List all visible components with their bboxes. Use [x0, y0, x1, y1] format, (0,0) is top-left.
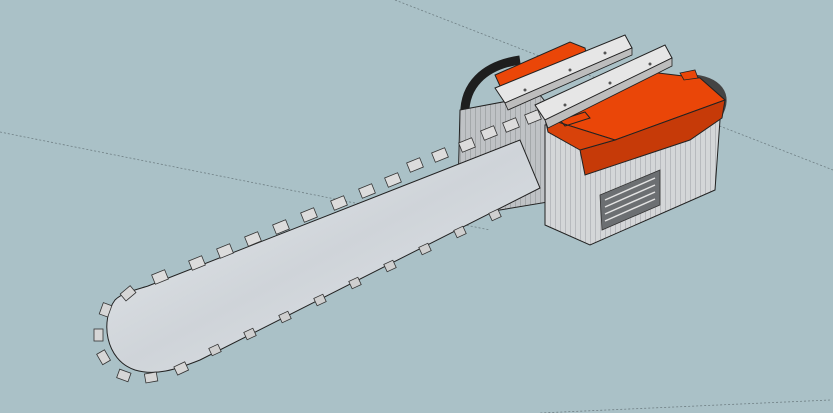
3d-model-viewport[interactable]	[0, 0, 833, 413]
scene-canvas[interactable]	[0, 0, 833, 413]
